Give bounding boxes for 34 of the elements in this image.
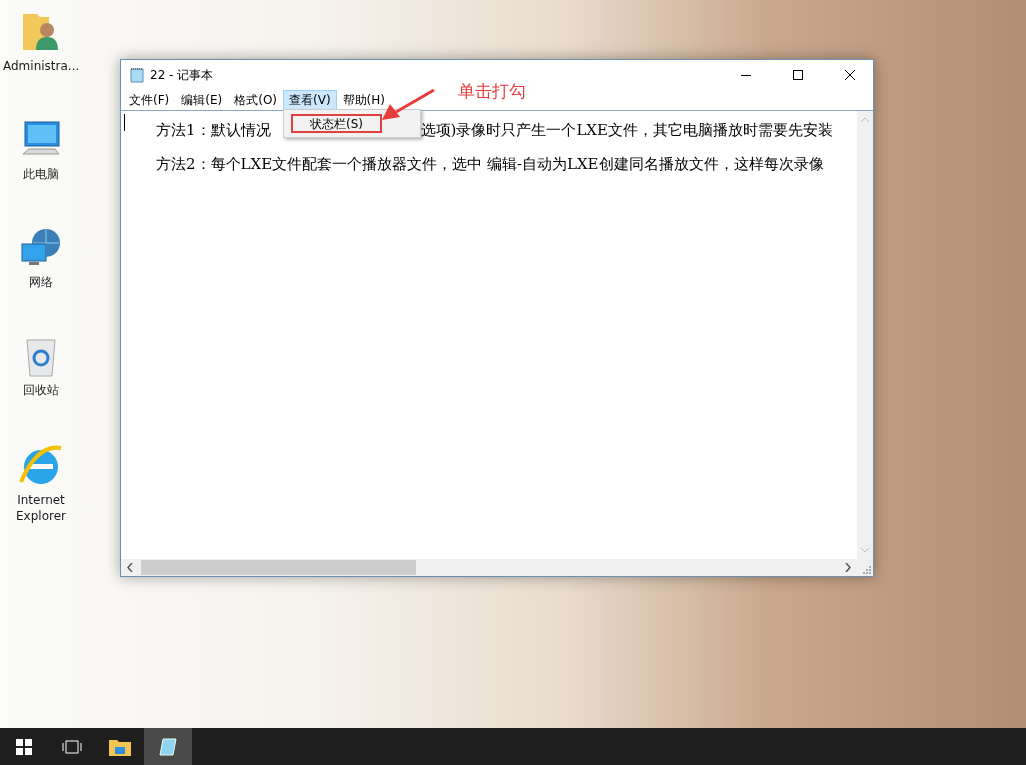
menu-item[interactable]: 文件(F) [123, 90, 176, 110]
menu-item[interactable]: 查看(V) [283, 90, 337, 110]
task-view-icon [62, 739, 82, 754]
desktop-icon-label[interactable]: 网络 [3, 274, 79, 290]
scroll-right-icon [845, 563, 851, 572]
text-caret [124, 114, 125, 131]
text-line: 方法2：每个LXE文件配套一个播放器文件，选中 编辑-自动为LXE创建同名播放文件，这样每次录像 [156, 154, 824, 175]
minimize-icon [741, 74, 751, 76]
maximize-icon [793, 70, 803, 80]
menu-item[interactable]: 帮助(H) [336, 90, 391, 110]
annotation-text: 单击打勾 [458, 80, 526, 103]
folder-icon [109, 737, 131, 756]
scroll-up-icon [861, 117, 869, 122]
scrollbar-thumb[interactable] [141, 560, 416, 575]
scroll-left-icon [127, 563, 133, 572]
text-line: 选项)录像时只产生一个LXE文件，其它电脑播放时需要先安装 [420, 120, 833, 141]
text-line: 方法1：默认情况 [156, 120, 271, 141]
taskbar-button[interactable] [144, 728, 192, 765]
window-title: 22 - 记事本 [150, 66, 215, 84]
vertical-scrollbar[interactable] [857, 111, 873, 559]
menu-item[interactable]: 格式(O) [228, 90, 284, 110]
notepad-icon [158, 736, 178, 757]
resize-grip-icon[interactable] [863, 566, 871, 574]
windows-logo-icon [16, 738, 32, 755]
close-icon [845, 70, 855, 80]
menu-item[interactable]: 编辑(E) [175, 90, 229, 110]
horizontal-scrollbar[interactable] [121, 559, 857, 576]
desktop-icon-label[interactable]: 回收站 [3, 382, 79, 398]
menu-option[interactable]: 状态栏(S) [291, 114, 382, 133]
desktop-icon-label[interactable]: Internet Explorer [3, 492, 79, 524]
desktop-icon-label[interactable]: Administra... [3, 58, 79, 74]
notepad-icon [130, 67, 144, 83]
scroll-down-icon [861, 548, 869, 553]
desktop-icon-label[interactable]: 此电脑 [3, 166, 79, 182]
